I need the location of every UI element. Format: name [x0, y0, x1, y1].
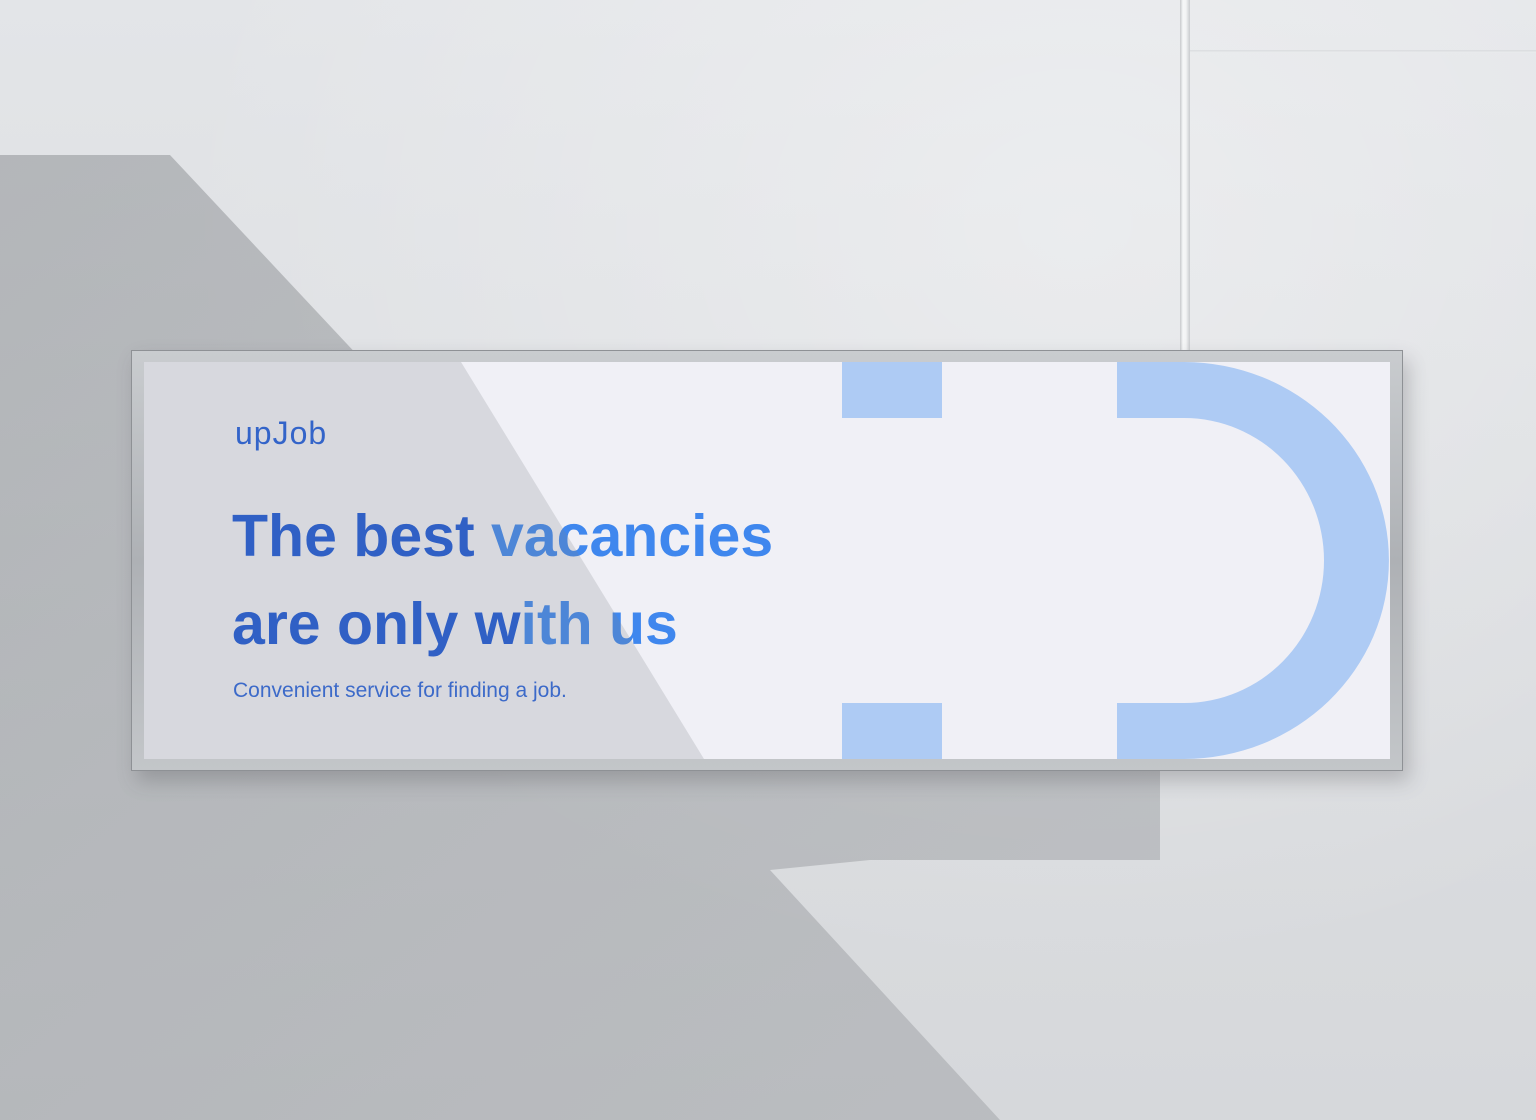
headline-text-dark: The best — [232, 503, 475, 569]
wall-panel-seam-horizontal — [1190, 50, 1536, 53]
billboard-headline: The best vacancies are only with us — [232, 492, 952, 668]
billboard-poster: upJob The best vacancies are only with u… — [144, 362, 1390, 759]
wall-panel-seam — [1180, 0, 1190, 362]
concrete-wall: upJob The best vacancies are only with u… — [0, 0, 1536, 1120]
upjob-logo: upJob — [235, 415, 328, 451]
billboard-frame: upJob The best vacancies are only with u… — [131, 350, 1403, 771]
headline-line-1: The best vacancies — [232, 492, 952, 580]
headline-text-dark: are only w — [232, 591, 521, 657]
headline-line-2: are only with us — [232, 580, 952, 668]
headline-text-light: vacancies — [491, 503, 774, 569]
billboard-tagline: Convenient service for finding a job. — [233, 679, 567, 702]
headline-text-light: ith us — [520, 591, 678, 657]
